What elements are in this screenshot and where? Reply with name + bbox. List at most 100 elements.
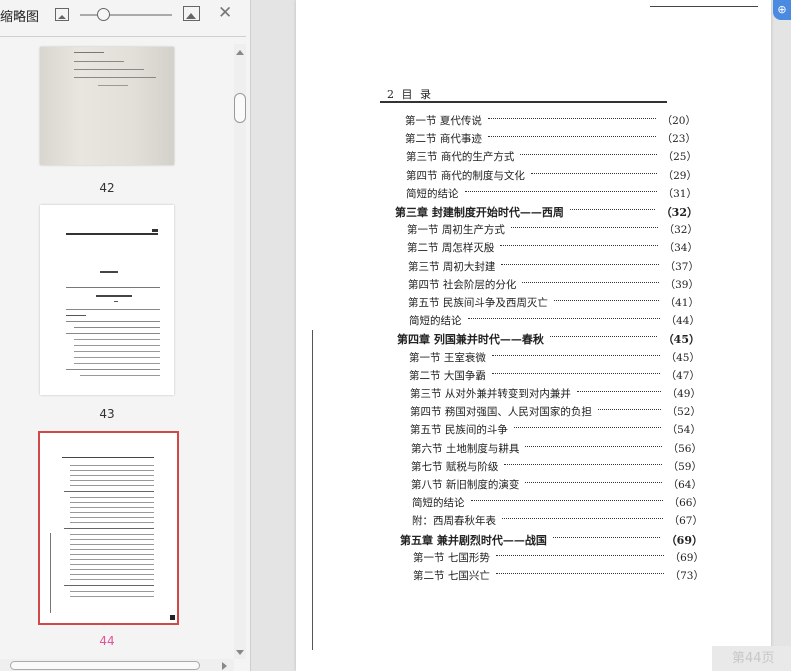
toc-entry-label: 第四章 列国兼并时代——春秋	[397, 333, 544, 346]
toc-dot-leader	[468, 318, 660, 319]
toc-entry-page: （67）	[668, 515, 703, 527]
toc-entry-page: （47）	[665, 370, 700, 382]
toc-entry-page: （32）	[660, 206, 698, 219]
toc-entry-page: （37）	[664, 261, 699, 273]
close-icon[interactable]: ✕	[218, 3, 232, 23]
toc-entry-page: （34）	[663, 242, 698, 254]
scroll-down-icon[interactable]	[236, 650, 244, 655]
toc-entry-label: 简短的结论	[406, 188, 459, 200]
toc-entry: 简短的结论 （66）	[412, 495, 703, 513]
toc-entry-label: 第三节 商代的生产方式	[406, 151, 515, 163]
toc-entry: 第三节 商代的生产方式 （25）	[406, 149, 697, 167]
toc-dot-leader	[465, 191, 657, 192]
toc-entry: 第三节 从对外兼并转变到对内兼并 （49）	[410, 386, 701, 404]
toc-entry-page: （52）	[666, 406, 701, 418]
toc-entry-page: （45）	[662, 333, 700, 346]
toc-entry-page: （20）	[661, 115, 696, 127]
toc-entry-page: （69）	[665, 534, 703, 547]
app-badge-icon[interactable]: ⊕	[773, 0, 791, 20]
toc-entry-page: （25）	[662, 151, 697, 163]
toc-entry-page: （32）	[663, 224, 698, 236]
page-margin-line	[312, 330, 313, 650]
zoom-in-icon[interactable]	[183, 6, 200, 21]
toc-entry-label: 第三节 从对外兼并转变到对内兼并	[410, 388, 571, 400]
toc-entry-label: 第五章 兼并剧烈时代——战国	[400, 534, 547, 547]
toc-entry-label: 第二节 商代事迹	[405, 133, 482, 145]
toc-dot-leader	[554, 300, 659, 301]
toc-entry-label: 第一节 王室衰微	[409, 352, 486, 364]
toc-entry-page: （59）	[667, 461, 702, 473]
toc-entry: 第二节 商代事迹 （23）	[405, 131, 696, 149]
toc-entry-label: 第二节 周怎样灭殷	[407, 242, 495, 254]
toc-entry: 第八节 新旧制度的演变 （64）	[411, 477, 702, 495]
toc-entry-page: （66）	[668, 497, 703, 509]
toc-entry-page: （73）	[669, 570, 704, 582]
toc-entry: 第一节 七国形势 （69）	[413, 550, 704, 568]
toolbar-divider	[0, 36, 246, 37]
toc-dot-leader	[550, 336, 657, 337]
toc-entry-label: 第一节 夏代传说	[405, 115, 482, 127]
toc-entry-label: 第三节 周初大封建	[408, 261, 496, 273]
scrollbar-thumb[interactable]	[234, 93, 246, 123]
toc-entry-label: 第四节 商代的制度与文化	[406, 170, 525, 182]
toc-entry-label: 第一节 七国形势	[413, 552, 490, 564]
page-header: 2 目 录	[387, 88, 433, 101]
toc-entry-page: （64）	[667, 479, 702, 491]
toc-entry-page: （45）	[665, 352, 700, 364]
zoom-slider[interactable]	[80, 14, 172, 16]
toc-chapter-entry: 第三章 封建制度开始时代——西周 （32）	[395, 204, 698, 222]
toc-entry-page: （39）	[664, 279, 699, 291]
toc-dot-leader	[501, 264, 659, 265]
toc-dot-leader	[492, 373, 660, 374]
zoom-slider-handle[interactable]	[97, 8, 110, 21]
toc-chapter-entry: 第五章 兼并剧烈时代——战国 （69）	[400, 532, 703, 550]
scroll-right-icon[interactable]	[222, 662, 227, 670]
thumbnail-page-44-selected[interactable]	[38, 431, 179, 625]
toc-entry: 第六节 土地制度与耕具 （56）	[411, 441, 702, 459]
toc-entry: 第三节 周初大封建 （37）	[408, 259, 699, 277]
thumbnail-page-43[interactable]	[40, 205, 174, 395]
toc-entry-label: 第八节 新旧制度的演变	[411, 479, 520, 491]
horizontal-scrollbar-thumb[interactable]	[10, 661, 200, 670]
toc-entry: 第一节 夏代传说 （20）	[405, 113, 696, 131]
toc-dot-leader	[500, 245, 658, 246]
toc-dot-leader	[553, 537, 660, 538]
toc-entry-label: 简短的结论	[409, 315, 462, 327]
toc-entry: 第五节 民族间的斗争 （54）	[410, 422, 701, 440]
thumbnail-page-42[interactable]	[40, 47, 174, 165]
toc-dot-leader	[531, 173, 657, 174]
header-rule	[380, 101, 667, 103]
toc-dot-leader	[471, 500, 663, 501]
toc-entry-label: 第三章 封建制度开始时代——西周	[395, 206, 564, 219]
toc-entry-label: 第五节 民族间的斗争	[410, 424, 508, 436]
toc-dot-leader	[522, 282, 659, 283]
toc-entry: 第五节 民族间斗争及西周灭亡 （41）	[408, 295, 699, 313]
toc-entry-label: 第四节 社会阶层的分化	[408, 279, 517, 291]
page-indicator: 第44页	[712, 646, 791, 671]
toc-entry-label: 第六节 土地制度与耕具	[411, 443, 520, 455]
toc-entry-page: （56）	[667, 443, 702, 455]
toc-entry: 附：西周春秋年表 （67）	[412, 513, 703, 531]
thumbnail-label: 42	[99, 181, 115, 195]
toc-entry-page: （23）	[661, 133, 696, 145]
toc-entry-page: （31）	[662, 188, 697, 200]
thumbnail-scrollbar[interactable]	[234, 44, 246, 659]
toc-entry-page: （44）	[665, 315, 700, 327]
toc-dot-leader	[520, 154, 657, 155]
toc-entry-page: （49）	[666, 388, 701, 400]
toc-entry: 第一节 王室衰微 （45）	[409, 350, 700, 368]
toc-dot-leader	[492, 355, 660, 356]
zoom-out-icon[interactable]	[55, 8, 69, 21]
toc-dot-leader	[504, 464, 662, 465]
toc-entry-page: （54）	[666, 424, 701, 436]
panel-title: 缩略图	[0, 10, 40, 25]
toc-entry-page: （69）	[669, 552, 704, 564]
thumbnail-label: 43	[99, 407, 115, 421]
toc-entry: 简短的结论 （31）	[406, 186, 697, 204]
toc-entry: 第二节 大国争霸 （47）	[409, 368, 700, 386]
scroll-up-icon[interactable]	[236, 50, 244, 55]
toc-entry-page: （29）	[662, 170, 697, 182]
toc-entry: 简短的结论 （44）	[409, 313, 700, 331]
toc-entry-label: 第七节 赋税与阶级	[411, 461, 499, 473]
toc-entry: 第二节 周怎样灭殷 （34）	[407, 240, 698, 258]
